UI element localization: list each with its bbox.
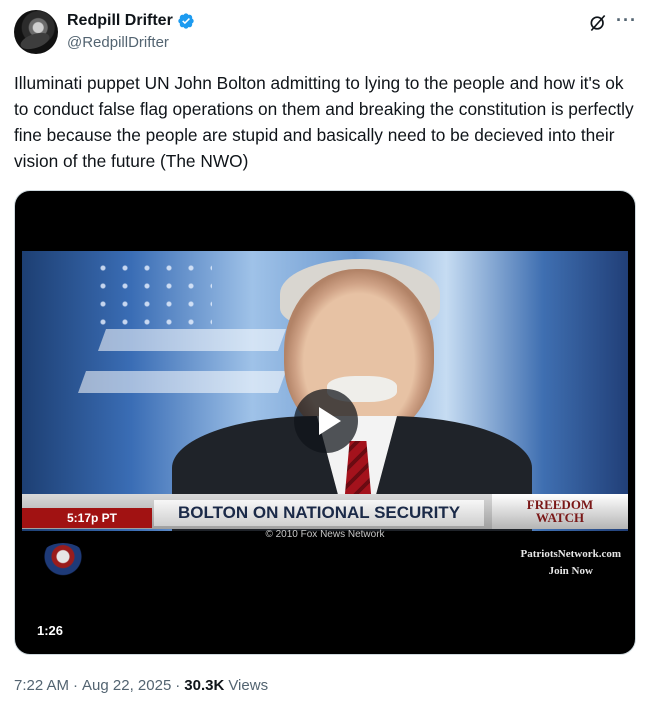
play-button[interactable] [294,389,358,453]
post-meta: 7:22 AM · Aug 22, 2025 · 30.3K Views [14,677,268,694]
video-player[interactable]: 5:17p PT BOLTON ON NATIONAL SECURITY FRE… [14,190,636,655]
show-logo-line2: WATCH [535,510,585,525]
promo-line1: PatriotsNetwork.com [520,548,622,560]
post-header: Redpill Drifter @RedpillDrifter ··· [14,10,637,56]
views-label: Views [228,677,269,694]
name-row: Redpill Drifter [67,12,195,30]
views-count: 30.3K [184,677,225,694]
video-duration: 1:26 [37,623,64,638]
grok-icon[interactable] [588,13,608,33]
promo-line2: Join Now [548,565,593,577]
news-lower-third: 5:17p PT BOLTON ON NATIONAL SECURITY FRE… [22,494,628,529]
show-logo: FREEDOM WATCH [492,494,628,529]
post-date[interactable]: Aug 22, 2025 [82,677,171,694]
post-text: Illuminati puppet UN John Bolton admitti… [14,73,634,171]
avatar[interactable] [14,10,58,54]
verified-badge-icon [178,13,194,29]
chyron: BOLTON ON NATIONAL SECURITY [154,500,484,526]
handle[interactable]: @RedpillDrifter [67,34,169,51]
post-time[interactable]: 7:22 AM [14,677,69,694]
meta-separator: · [175,677,181,694]
display-name[interactable]: Redpill Drifter [67,12,173,30]
video-copyright: © 2010 Fox News Network [265,529,385,540]
time-chip: 5:17p PT [22,508,152,528]
eagle-logo-icon [39,543,87,577]
play-icon [319,407,341,435]
more-icon[interactable]: ··· [616,11,637,29]
meta-separator: · [73,677,79,694]
promo-text: PatriotsNetwork.com Join Now [521,546,622,580]
